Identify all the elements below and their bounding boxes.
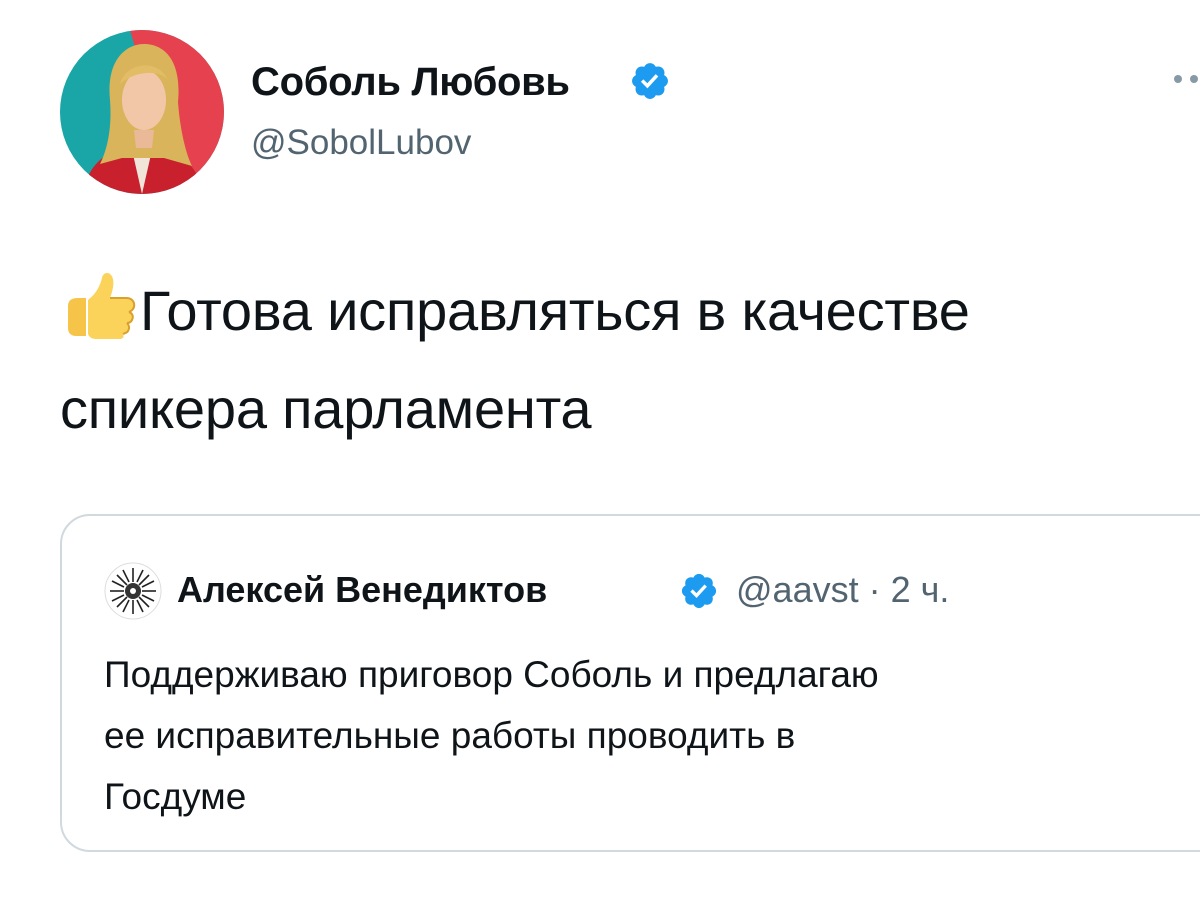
author-handle[interactable]: @SobolLubov bbox=[251, 118, 471, 168]
quoted-author-name[interactable]: Алексей Венедиктов bbox=[177, 564, 547, 616]
quoted-text-line-3: Госдуме bbox=[104, 776, 247, 817]
tweet-text-line-1: Готова исправляться в качестве bbox=[140, 279, 970, 342]
quoted-meta: @aavst · 2 ч. bbox=[736, 564, 949, 616]
tweet-text: Готова исправляться в качестве спикера п… bbox=[60, 262, 1170, 458]
quoted-author-handle[interactable]: @aavst bbox=[736, 569, 859, 610]
tweet-text-line-2: спикера парламента bbox=[60, 377, 592, 440]
meta-separator: · bbox=[868, 569, 881, 610]
more-options-icon[interactable] bbox=[1172, 64, 1200, 94]
author-avatar[interactable] bbox=[60, 30, 224, 194]
verified-badge-icon bbox=[629, 60, 671, 102]
quoted-timestamp[interactable]: 2 ч. bbox=[891, 569, 950, 610]
tweet: Соболь Любовь @SobolLubov Готова исправл… bbox=[0, 0, 1200, 904]
author-name[interactable]: Соболь Любовь bbox=[251, 54, 570, 110]
quoted-author-avatar[interactable] bbox=[104, 562, 162, 620]
quoted-text-line-2: ее исправительные работы проводить в bbox=[104, 715, 796, 756]
quoted-verified-badge-icon bbox=[679, 571, 719, 611]
thumbs-up-emoji-icon bbox=[60, 270, 140, 340]
quoted-tweet-text: Поддерживаю приговор Соболь и предлагаю … bbox=[104, 644, 1194, 827]
quoted-text-line-1: Поддерживаю приговор Соболь и предлагаю bbox=[104, 654, 879, 695]
author-avatar-image bbox=[60, 30, 224, 194]
quoted-tweet[interactable]: Алексей Венедиктов @aavst · 2 ч. Поддерж… bbox=[60, 514, 1200, 852]
